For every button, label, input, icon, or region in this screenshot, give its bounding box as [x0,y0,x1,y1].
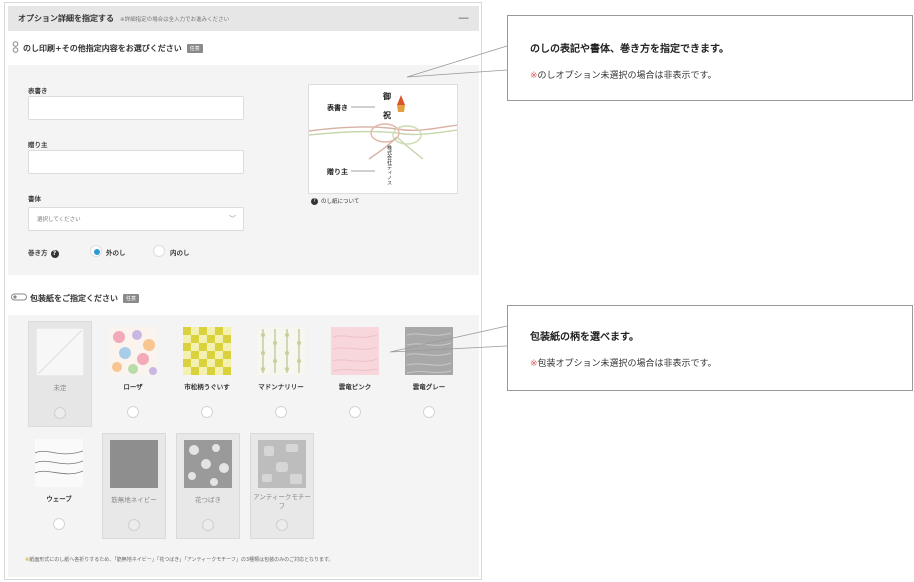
callout-note-text: 包装オプション未選択の場合は非表示です。 [537,359,717,369]
callout-noshi-title: のしの表記や書体、巻き方を指定できます。 [530,44,729,55]
callout-noshi-note: ※のしオプション未選択の場合は非表示です。 [530,68,717,81]
callout-wrapping-title: 包装紙の柄を選べます。 [530,332,639,343]
callout-note-text: のしオプション未選択の場合は非表示です。 [537,71,717,81]
callout-note-mark: ※ [530,71,538,81]
callout-note-mark: ※ [530,359,538,369]
callout-noshi: のしの表記や書体、巻き方を指定できます。 ※のしオプション未選択の場合は非表示で… [507,15,913,101]
callout-wrapping-note: ※包装オプション未選択の場合は非表示です。 [530,356,717,369]
callout-wrapping: 包装紙の柄を選べます。 ※包装オプション未選択の場合は非表示です。 [507,305,913,391]
